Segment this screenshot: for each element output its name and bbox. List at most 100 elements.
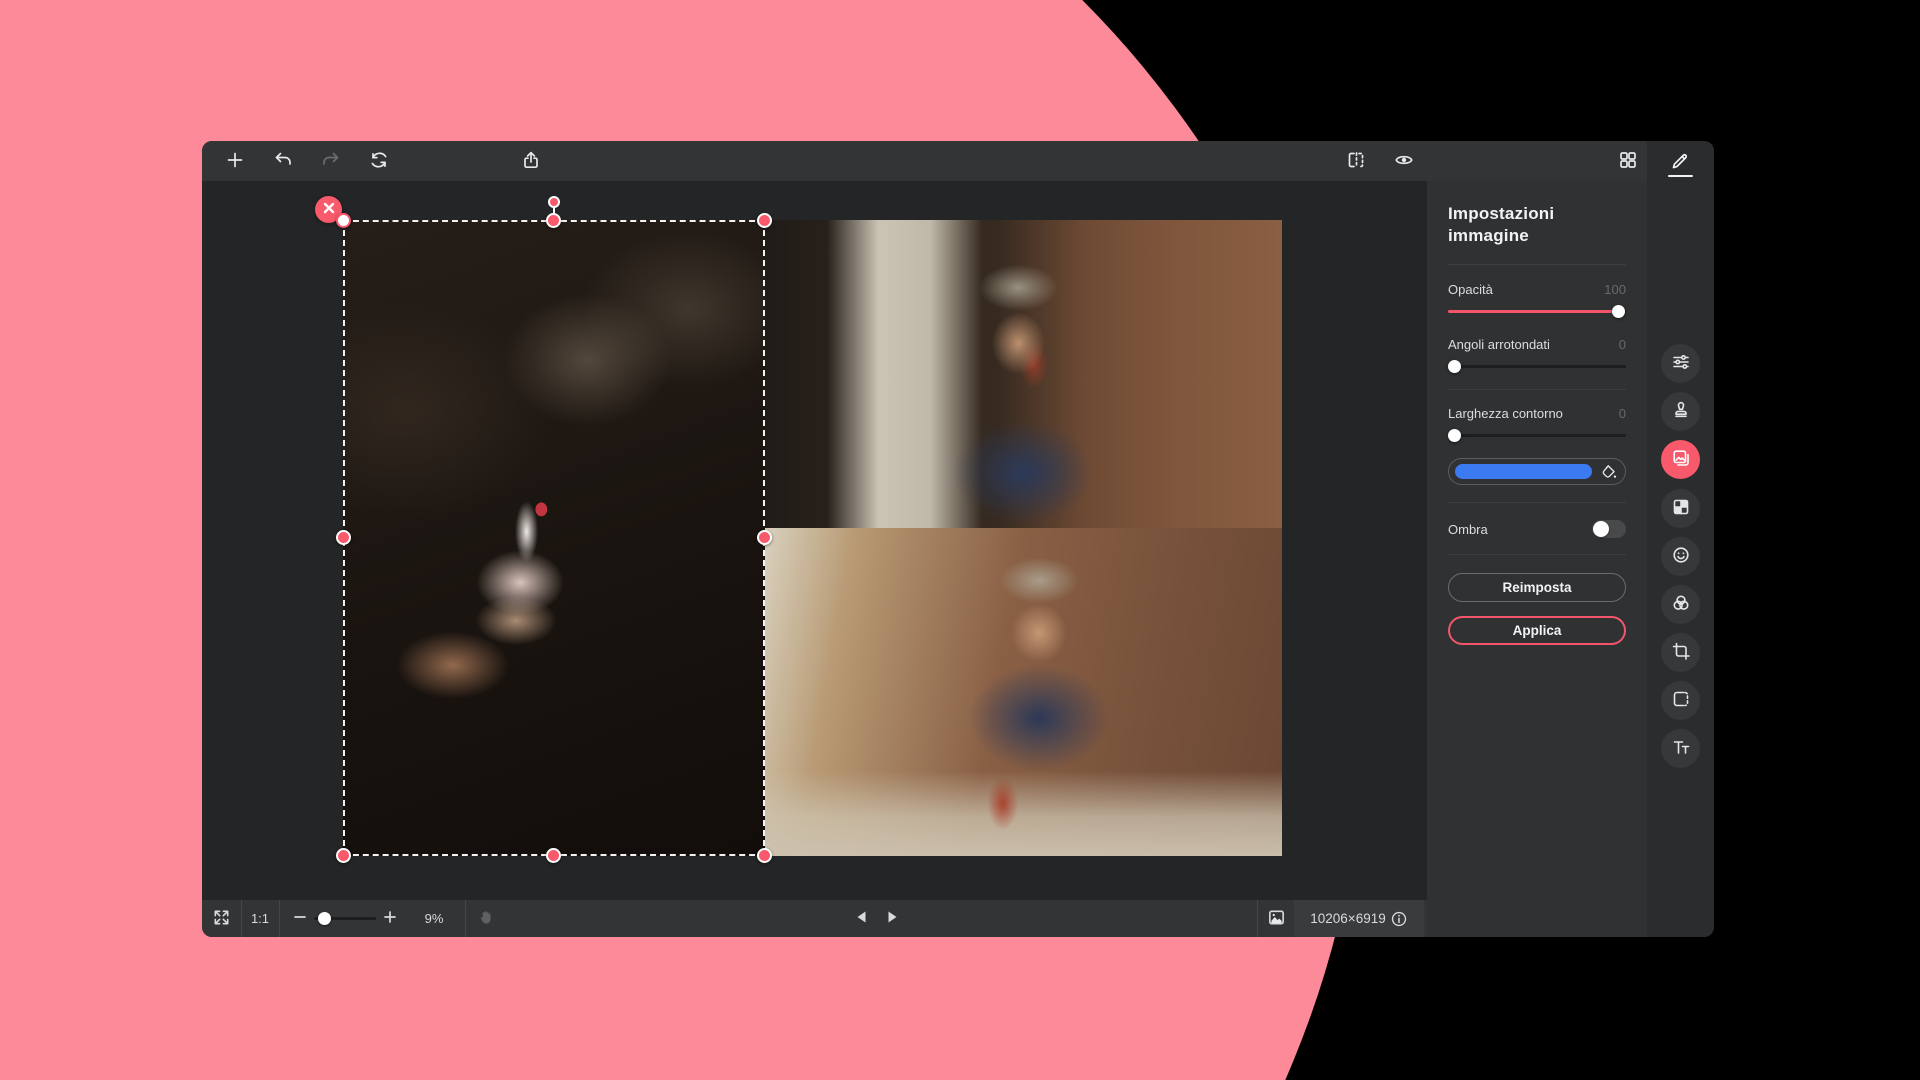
divider [1448, 264, 1626, 265]
tool-crop-button[interactable] [1661, 633, 1700, 672]
resize-handle-top-right[interactable] [757, 213, 772, 228]
blend-circles-icon [1671, 593, 1691, 616]
tool-collage-button[interactable] [1661, 489, 1700, 528]
tool-stamp-button[interactable] [1661, 392, 1700, 431]
opacity-slider[interactable] [1448, 305, 1626, 318]
tool-strip [1647, 141, 1714, 937]
collage-image-woman-drinking[interactable] [765, 220, 1282, 528]
slider-track [1448, 434, 1626, 437]
sliders-icon [1671, 352, 1691, 375]
shadow-label: Ombra [1448, 522, 1488, 537]
image-settings-panel: Impostazioni immagine Opacità 100 Angoli… [1427, 181, 1647, 937]
tool-text-button[interactable] [1661, 729, 1700, 768]
info-icon[interactable] [1390, 910, 1408, 928]
divider [1448, 554, 1626, 555]
image-layers-icon [1671, 448, 1691, 471]
zoom-in-button[interactable] [375, 900, 405, 937]
collage-image-woman-seated[interactable] [765, 528, 1282, 856]
border-color-swatch [1455, 464, 1592, 479]
slider-track [1448, 365, 1626, 368]
panel-title: Impostazioni immagine [1448, 181, 1626, 247]
resize-handle-middle-right[interactable] [757, 530, 772, 545]
opacity-label: Opacità [1448, 282, 1493, 297]
reset-button[interactable]: Reimposta [1448, 573, 1626, 602]
border-width-slider[interactable] [1448, 429, 1626, 442]
shadow-toggle[interactable] [1592, 520, 1626, 538]
smiley-icon [1671, 545, 1691, 568]
resize-handle-bottom-left[interactable] [336, 848, 351, 863]
minus-icon [292, 909, 308, 928]
preview-button[interactable] [1385, 141, 1423, 181]
arrow-left-icon [853, 908, 871, 929]
redo-button[interactable] [312, 141, 350, 181]
image-icon [1267, 908, 1286, 930]
paint-bucket-icon [1600, 463, 1618, 481]
add-icon [225, 150, 245, 173]
image-dimensions-box: 10206×6919 [1294, 900, 1424, 937]
editor-window: 1:1 9% [202, 141, 1714, 937]
add-button[interactable] [216, 141, 254, 181]
apply-button[interactable]: Applica [1448, 616, 1626, 645]
image-info-button[interactable] [1258, 900, 1294, 937]
canvas[interactable] [202, 181, 1427, 900]
edit-mode-active-underline [1668, 175, 1693, 177]
rounded-corners-label: Angoli arrotondati [1448, 337, 1550, 352]
crop-icon [1671, 641, 1691, 664]
resize-handle-top-center[interactable] [546, 213, 561, 228]
rounded-corners-value: 0 [1619, 337, 1626, 352]
selection-box[interactable] [343, 220, 765, 856]
pencil-icon [1670, 151, 1690, 174]
resize-handle-middle-left[interactable] [336, 530, 351, 545]
rounded-corners-slider[interactable] [1448, 360, 1626, 373]
tool-sticker-button[interactable] [1661, 537, 1700, 576]
reset-rotation-button[interactable] [360, 141, 398, 181]
expand-icon [212, 908, 231, 930]
divider [279, 900, 280, 937]
compare-button[interactable] [1337, 141, 1375, 181]
opacity-value: 100 [1604, 282, 1626, 297]
undo-icon [273, 150, 293, 173]
zoom-percentage: 9% [405, 900, 463, 937]
grid-apps-button[interactable] [1609, 141, 1647, 181]
divider [465, 900, 466, 937]
zoom-out-button[interactable] [285, 900, 315, 937]
pan-tool-button[interactable] [467, 900, 504, 937]
slider-fill [1448, 310, 1619, 313]
zoom-slider[interactable] [314, 917, 376, 920]
tool-frame-button[interactable] [1661, 681, 1700, 720]
plus-icon [382, 909, 398, 928]
rotate-handle[interactable] [548, 196, 560, 208]
compare-icon [1346, 150, 1366, 173]
tool-blend-button[interactable] [1661, 585, 1700, 624]
top-toolbar [202, 141, 1647, 181]
close-icon [323, 202, 335, 217]
resize-handle-bottom-center[interactable] [546, 848, 561, 863]
rounded-corners-slider-thumb[interactable] [1448, 360, 1461, 373]
divider [1448, 502, 1626, 503]
zoom-slider-thumb[interactable] [318, 912, 331, 925]
border-width-slider-thumb[interactable] [1448, 429, 1461, 442]
toggle-knob [1593, 521, 1609, 537]
border-width-value: 0 [1619, 406, 1626, 421]
resize-handle-top-left[interactable] [336, 213, 351, 228]
divider [1448, 389, 1626, 390]
resize-handle-bottom-right[interactable] [757, 848, 772, 863]
collage-layout-icon [1671, 497, 1691, 520]
hand-icon [476, 908, 495, 930]
text-icon [1671, 737, 1691, 760]
bottom-toolbar: 1:1 9% [202, 900, 1427, 937]
export-button[interactable] [512, 141, 550, 181]
border-width-label: Larghezza contorno [1448, 406, 1563, 421]
tool-image-button[interactable] [1661, 440, 1700, 479]
fit-screen-button[interactable] [202, 900, 240, 937]
actual-size-button[interactable]: 1:1 [241, 900, 279, 937]
desktop-background: 1:1 9% [0, 0, 1920, 1080]
opacity-slider-thumb[interactable] [1612, 305, 1625, 318]
export-icon [521, 150, 541, 173]
undo-button[interactable] [264, 141, 302, 181]
border-color-picker[interactable] [1448, 458, 1626, 485]
grid-icon [1618, 150, 1638, 173]
image-dimensions: 10206×6919 [1310, 911, 1385, 926]
tool-adjust-button[interactable] [1661, 344, 1700, 383]
next-button[interactable] [872, 900, 912, 937]
